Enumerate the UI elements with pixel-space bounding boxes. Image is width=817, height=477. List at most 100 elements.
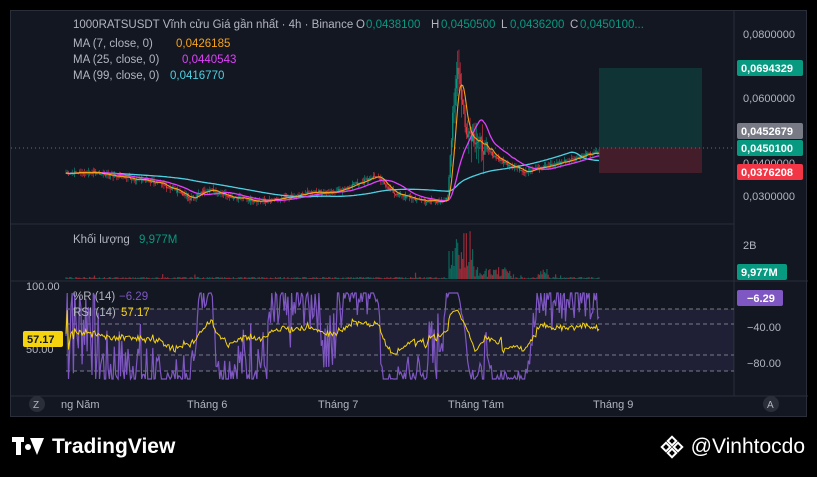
chart-canvas[interactable]: 1000RATSUSDT Vĩnh cửu Giá gần nhất · 4h … — [11, 11, 808, 418]
volume-bar — [170, 278, 172, 279]
volume-bar — [263, 277, 265, 279]
volume-bar — [271, 278, 273, 279]
volume-bar — [207, 277, 210, 279]
volume-bar — [299, 277, 301, 279]
ma25-label[interactable]: MA (25, close, 0) — [73, 54, 159, 66]
volume-bar — [105, 278, 107, 279]
volume-bar — [447, 278, 449, 279]
volume-bar — [173, 277, 175, 279]
volume-bar — [119, 278, 122, 279]
volume-label[interactable]: Khối lượng — [73, 234, 130, 246]
time-label-july: Tháng 7 — [318, 399, 358, 411]
volume-bar — [153, 278, 155, 279]
candle-body — [100, 173, 102, 175]
volume-bar — [189, 277, 191, 279]
ma99-value: 0,0416770 — [170, 70, 224, 82]
volume-bar — [495, 269, 497, 279]
rsi-label[interactable]: RSI (14) — [73, 307, 116, 319]
volume-bar — [116, 277, 118, 279]
volume-bar — [525, 278, 527, 279]
volume-bar — [212, 278, 215, 279]
volume-bar — [191, 277, 194, 279]
volume-bar — [561, 277, 563, 279]
position-loss-zone[interactable] — [599, 148, 702, 173]
volume-bar — [277, 277, 279, 279]
candle-body — [167, 187, 169, 189]
rsi-value: 57.17 — [121, 307, 150, 319]
volume-bar — [190, 277, 192, 279]
volume-bar — [101, 278, 103, 279]
candle-body — [453, 105, 455, 113]
volume-bar — [117, 277, 119, 279]
volume-bar — [281, 278, 283, 279]
volume-bar — [102, 277, 104, 279]
volume-bar — [530, 277, 532, 279]
volume-bar — [402, 277, 404, 279]
candle-body — [365, 178, 367, 180]
volume-bar — [186, 278, 189, 279]
candle-body — [346, 186, 348, 188]
wr-axis-badge-text: −6.29 — [747, 293, 775, 305]
volume-bar — [564, 277, 567, 279]
candle-body — [489, 150, 491, 153]
position-profit-zone[interactable] — [599, 68, 702, 148]
candle-body — [588, 152, 590, 154]
volume-bar — [551, 278, 553, 279]
volume-bar — [272, 278, 274, 279]
volume-bar — [81, 278, 83, 279]
symbol-title: 1000RATSUSDT Vĩnh cửu Giá gần nhất · 4h … — [73, 19, 353, 31]
volume-bar — [511, 277, 513, 279]
volume-bar — [475, 269, 477, 279]
volume-bar — [269, 277, 272, 279]
volume-bar — [255, 277, 257, 279]
volume-bar — [206, 277, 208, 279]
volume-bar — [338, 277, 340, 279]
candle-body — [485, 142, 487, 144]
volume-bar — [150, 278, 153, 279]
candle-body — [429, 199, 432, 201]
volume-bar — [66, 277, 68, 279]
volume-bar — [421, 278, 423, 279]
ma99-label[interactable]: MA (99, close, 0) — [73, 70, 159, 82]
candle-body — [393, 192, 396, 194]
volume-bar — [414, 272, 417, 279]
volume-bar — [110, 277, 112, 279]
volume-bar — [506, 271, 508, 279]
ma7-label[interactable]: MA (7, close, 0) — [73, 38, 153, 50]
volume-bar — [577, 277, 579, 279]
volume-bar — [510, 276, 512, 279]
volume-bar — [267, 278, 269, 279]
tradingview-logo[interactable]: TradingView — [12, 435, 175, 459]
volume-bar — [465, 233, 467, 279]
volume-bar — [405, 277, 407, 279]
candle-body — [510, 165, 512, 167]
volume-bar — [210, 278, 212, 279]
time-label-june: Tháng 6 — [187, 399, 227, 411]
wr-label[interactable]: %R (14) — [73, 291, 115, 303]
volume-bar — [131, 278, 133, 279]
candle-body — [179, 191, 181, 193]
volume-bar — [340, 278, 342, 279]
volume-bar — [65, 277, 67, 279]
volume-bar — [124, 277, 127, 279]
volume-bar — [592, 277, 594, 279]
volume-bar — [490, 274, 492, 279]
volume-bar — [350, 277, 352, 279]
volume-bar — [360, 277, 362, 279]
candle-body — [211, 188, 213, 190]
volume-bar — [589, 278, 591, 279]
volume-bar — [253, 277, 256, 279]
volume-bar — [134, 277, 137, 279]
volume-bar — [493, 269, 495, 279]
volume-bar — [586, 277, 588, 279]
volume-bar — [528, 278, 531, 279]
volume-bar — [325, 277, 327, 279]
volume-bar — [298, 277, 300, 279]
volume-bar — [427, 277, 429, 279]
volume-bar — [292, 278, 294, 279]
volume-bar — [423, 277, 425, 279]
candle-body — [474, 142, 476, 145]
ohlc-open-value: 0,0438100 — [366, 19, 420, 31]
candle-body — [231, 197, 233, 198]
volume-bar — [302, 277, 304, 279]
